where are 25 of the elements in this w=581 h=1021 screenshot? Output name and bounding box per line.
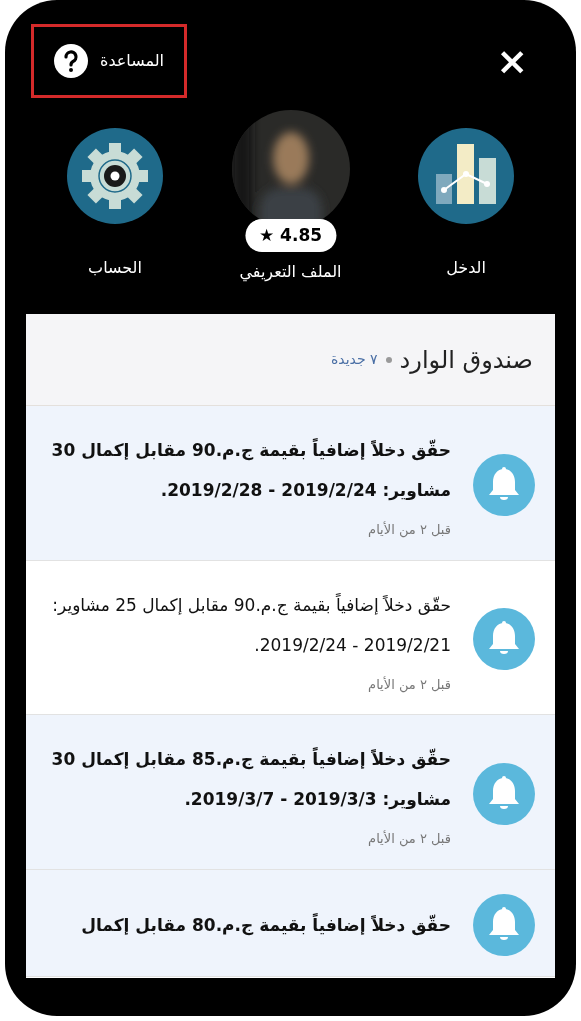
bell-icon [473, 893, 535, 956]
new-count: ٧ جديدة [331, 350, 378, 369]
bar-chart-icon [418, 128, 514, 224]
notification-text: حقّق دخلاً إضافياً بقيمة ج.م.90 مقابل إكمال 30 مشاوير: 2019/2/24 - 2019/2/28. [50, 437, 451, 503]
notification-text: حقّق دخلاً إضافياً بقيمة ج.م.85 مقابل إكمال 30 مشاوير: 2019/3/3 - 2019/3/7. [50, 746, 451, 812]
notification-time: قبل ٢ من الأيام [367, 675, 451, 694]
shortcut-label[interactable]: الدخل [446, 256, 486, 280]
gear-icon [67, 128, 163, 224]
notification-item[interactable]: حقّق دخلاً إضافياً بقيمة ج.م.90 مقابل إكمال 30 مشاوير: 2019/2/24 - 2019/2/28. قبل ٢ من الأيام [26, 406, 555, 561]
shortcut-label[interactable]: الحساب [88, 256, 142, 280]
notification-time: قبل ٢ من الأيام [367, 829, 451, 849]
notification-item[interactable]: حقّق دخلاً إضافياً بقيمة ج.م.80 مقابل إكمال [26, 869, 555, 977]
help-icon [54, 44, 88, 78]
notification-item[interactable]: حقّق دخلاً إضافياً بقيمة ج.م.85 مقابل إكمال 30 مشاوير: 2019/3/3 - 2019/3/7. قبل ٢ من الأيام [26, 715, 555, 870]
bell-icon [473, 608, 535, 671]
rating-badge: ★ 4.85 [244, 218, 337, 252]
inbox-title: صندوق الوارد [399, 344, 533, 376]
notification-text: حقّق دخلاً إضافياً بقيمة ج.م.80 مقابل إكمال [81, 912, 451, 938]
bell-icon [473, 453, 535, 516]
close-button[interactable]: × [496, 42, 528, 80]
shortcut-label[interactable]: الملف التعريفي [239, 260, 342, 284]
help-button[interactable]: المساعدة [31, 24, 188, 98]
notification-text: حقّق دخلاً إضافياً بقيمة ج.م.90 مقابل إكمال 25 مشاوير: 2019/2/21 - 2019/2/24. [51, 592, 451, 657]
bell-icon [473, 762, 535, 825]
notification-time: قبل ٢ من الأيام [367, 520, 451, 540]
